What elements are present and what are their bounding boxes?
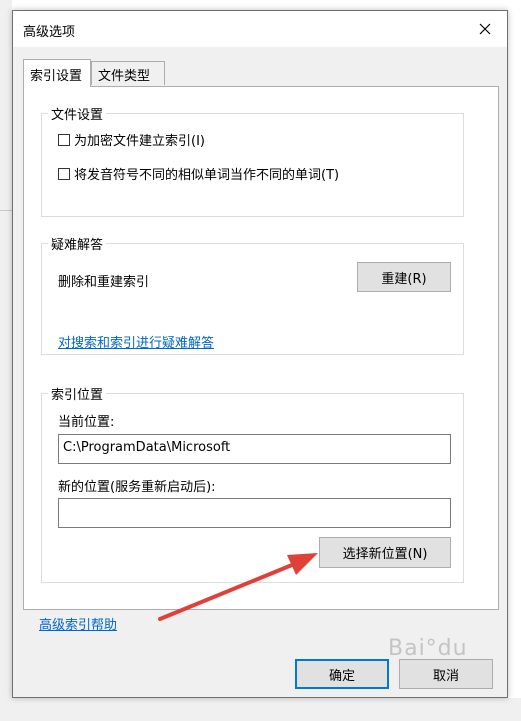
file-settings-title: 文件设置 [48, 104, 107, 123]
new-location-field[interactable] [58, 498, 451, 528]
current-location-label: 当前位置: [58, 415, 115, 430]
current-location-field[interactable]: C:\ProgramData\Microsoft [58, 434, 451, 464]
ok-button[interactable]: 确定 [295, 659, 389, 689]
advanced-index-help-link[interactable]: 高级索引帮助 [39, 614, 117, 633]
encrypted-files-option[interactable]: 为加密文件建立索引(I) [58, 130, 205, 149]
diacritics-checkbox[interactable] [58, 167, 70, 180]
tab-index-settings[interactable]: 索引设置 [23, 59, 91, 87]
background-window-divider [0, 210, 12, 211]
file-settings-group: 文件设置 为加密文件建立索引(I) 将发音符号不同的相似单词当作不同的单词(T) [41, 104, 464, 217]
index-settings-panel: 文件设置 为加密文件建立索引(I) 将发音符号不同的相似单词当作不同的单词(T)… [23, 86, 499, 610]
diacritics-label: 将发音符号不同的相似单词当作不同的单词(T) [74, 168, 340, 183]
troubleshoot-link[interactable]: 对搜索和索引进行疑难解答 [58, 332, 214, 351]
delete-rebuild-label: 删除和重建索引 [58, 275, 150, 290]
index-location-title: 索引位置 [48, 384, 107, 403]
title-bar: 高级选项 [13, 11, 507, 47]
encrypted-files-checkbox[interactable] [58, 133, 70, 146]
encrypted-files-label: 为加密文件建立索引(I) [74, 134, 205, 149]
diacritics-option[interactable]: 将发音符号不同的相似单词当作不同的单词(T) [58, 164, 339, 183]
new-location-label: 新的位置(服务重新启动后): [58, 480, 216, 495]
select-new-location-button[interactable]: 选择新位置(N) [319, 537, 451, 568]
watermark-logo: Bai°du [388, 636, 468, 661]
rebuild-button[interactable]: 重建(R) [357, 262, 451, 292]
close-button[interactable] [463, 11, 507, 47]
tab-file-types[interactable]: 文件类型 [91, 61, 165, 85]
cancel-button[interactable]: 取消 [399, 659, 493, 689]
advanced-options-dialog: 高级选项 索引设置 文件类型 文件设置 为加密文件建立索引(I) 将发音符号不同… [12, 10, 508, 698]
dialog-title: 高级选项 [23, 25, 76, 40]
background-window-bottom [0, 698, 521, 721]
background-window-edge [0, 0, 12, 721]
troubleshooting-group: 疑难解答 删除和重建索引 重建(R) 对搜索和索引进行疑难解答 [41, 234, 464, 355]
close-icon [479, 23, 491, 35]
troubleshooting-title: 疑难解答 [48, 234, 107, 253]
index-location-group: 索引位置 当前位置: C:\ProgramData\Microsoft 新的位置… [41, 384, 464, 583]
